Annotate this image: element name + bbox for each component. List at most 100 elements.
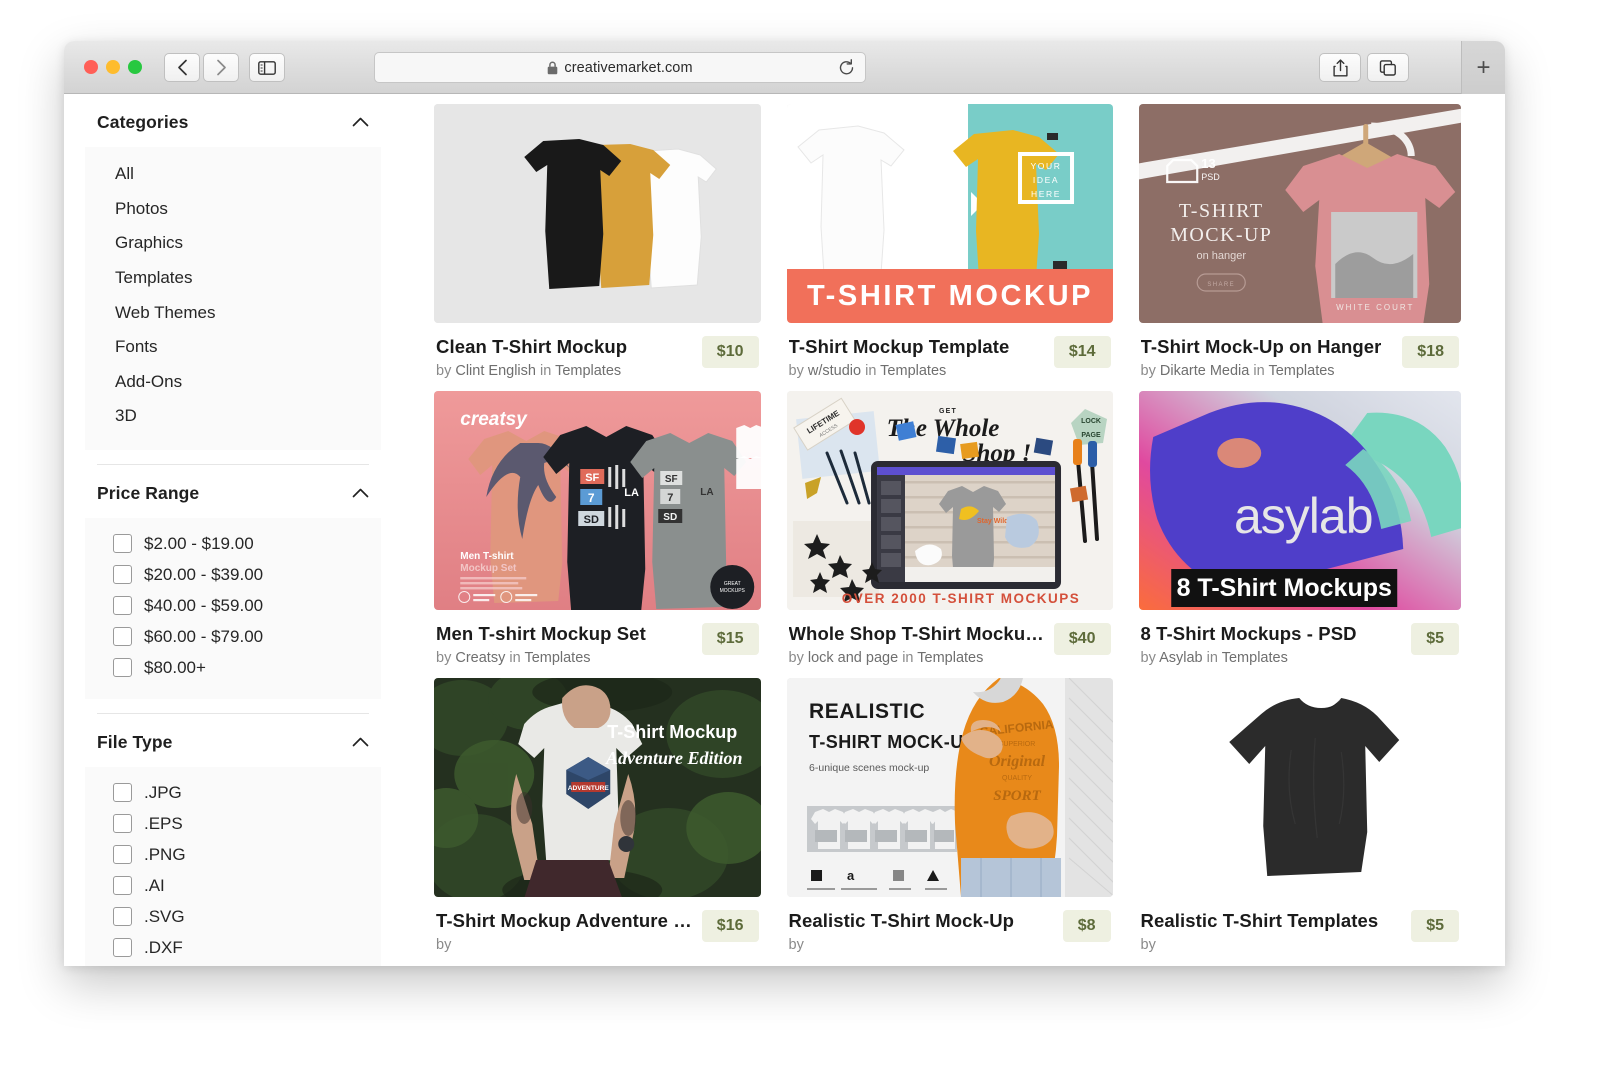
- show-tabs-button[interactable]: [1367, 53, 1409, 82]
- product-category[interactable]: Templates: [1268, 363, 1334, 379]
- checkbox[interactable]: [113, 814, 132, 834]
- filetype-filter-psd[interactable]: .PSD: [85, 963, 381, 966]
- product-card[interactable]: YOUR IDEA HERE T-SHIRT MOCKUP T-Shirt Mo…: [786, 104, 1113, 379]
- product-title[interactable]: Men T-shirt Mockup Set: [436, 623, 646, 645]
- filetype-filter-jpg[interactable]: .JPG: [85, 777, 381, 808]
- product-thumbnail-pink-tshirt-hanger[interactable]: 13 PSD T-SHIRT MOCK-UP on hanger SHARE W…: [1138, 104, 1461, 323]
- product-title[interactable]: T-Shirt Mock-Up on Hanger: [1141, 336, 1382, 358]
- product-category[interactable]: Templates: [1222, 650, 1288, 666]
- checkbox[interactable]: [113, 907, 132, 927]
- facet-categories-header[interactable]: Categories: [85, 94, 381, 147]
- product-card[interactable]: ADVENTURE T-Shirt Mockup Adventure Editi…: [434, 678, 761, 953]
- byline-prefix: by: [788, 650, 804, 666]
- product-byline: by w/studio in Templates: [789, 363, 1010, 379]
- sidebar-item-all[interactable]: All: [85, 157, 381, 192]
- filetype-filter-dxf[interactable]: .DXF: [85, 932, 381, 963]
- product-author[interactable]: Creatsy: [455, 650, 505, 666]
- facet-price-range-header[interactable]: Price Range: [85, 465, 381, 518]
- product-card[interactable]: REALISTIC T-SHIRT MOCK-UP 6-unique scene…: [786, 678, 1113, 953]
- checkbox[interactable]: [113, 596, 132, 616]
- product-title[interactable]: T-Shirt Mockup Adventure …: [436, 910, 692, 932]
- product-card[interactable]: 13 PSD T-SHIRT MOCK-UP on hanger SHARE W…: [1138, 104, 1461, 379]
- byline-prefix: by: [1140, 937, 1156, 953]
- product-thumbnail-asylab-purple-tshirt[interactable]: asylab 8 T-Shirt Mockups: [1138, 391, 1461, 610]
- checkbox[interactable]: [113, 534, 132, 554]
- byline-in: in: [902, 650, 914, 666]
- facet-file-type-header[interactable]: File Type: [85, 714, 381, 767]
- chevron-up-icon[interactable]: [352, 485, 369, 503]
- checkbox[interactable]: [113, 845, 132, 865]
- sidebar-item-photos[interactable]: Photos: [85, 192, 381, 227]
- checkbox[interactable]: [113, 783, 132, 803]
- share-button[interactable]: [1319, 53, 1361, 82]
- sidebar-item-add-ons[interactable]: Add-Ons: [85, 365, 381, 400]
- filetype-filter-png[interactable]: .PNG: [85, 839, 381, 870]
- product-author[interactable]: lock and page: [808, 650, 898, 666]
- product-category[interactable]: Templates: [880, 363, 946, 379]
- checkbox[interactable]: [113, 938, 132, 958]
- product-category[interactable]: Templates: [524, 650, 590, 666]
- new-tab-button[interactable]: +: [1461, 41, 1505, 94]
- product-card[interactable]: Realistic T-Shirt Templates by $5: [1138, 678, 1461, 953]
- product-category[interactable]: Templates: [555, 363, 621, 379]
- product-title[interactable]: Realistic T-Shirt Templates: [1141, 910, 1379, 932]
- navigation-buttons: [164, 53, 239, 82]
- svg-text:8 T-Shirt Mockups: 8 T-Shirt Mockups: [1176, 574, 1391, 602]
- product-thumbnail-creatsy-three-tshirts-pink[interactable]: creatsy SF 7 SD LA SF 7 SD LA Men T-shir…: [434, 391, 761, 610]
- product-title[interactable]: Whole Shop T-Shirt Mocku…: [789, 623, 1044, 645]
- checkbox[interactable]: [113, 627, 132, 647]
- chevron-up-icon[interactable]: [352, 734, 369, 752]
- filetype-filter-eps[interactable]: .EPS: [85, 808, 381, 839]
- sidebar-item-fonts[interactable]: Fonts: [85, 330, 381, 365]
- svg-text:creatsy: creatsy: [460, 409, 528, 430]
- sidebar-toggle-button[interactable]: [249, 53, 285, 82]
- checkbox[interactable]: [113, 658, 132, 678]
- checkbox[interactable]: [113, 876, 132, 896]
- product-meta: Men T-shirt Mockup Set by Creatsy in Tem…: [434, 610, 761, 666]
- product-title[interactable]: Realistic T-Shirt Mock-Up: [789, 910, 1015, 932]
- reload-icon[interactable]: [838, 59, 855, 82]
- product-byline: by Clint English in Templates: [436, 363, 627, 379]
- minimize-window-button[interactable]: [106, 60, 120, 74]
- sidebar-item-graphics[interactable]: Graphics: [85, 226, 381, 261]
- product-thumbnail-realistic-orange-tshirt[interactable]: REALISTIC T-SHIRT MOCK-UP 6-unique scene…: [786, 678, 1113, 897]
- svg-text:MOCKUPS: MOCKUPS: [720, 588, 746, 594]
- product-thumbnail-desk-tablet-whole-shop[interactable]: LIFETIME ACCESS LOCK PAGE GET The Whole …: [786, 391, 1113, 610]
- price-filter-60-79[interactable]: $60.00 - $79.00: [85, 621, 381, 652]
- price-filter-40-59[interactable]: $40.00 - $59.00: [85, 590, 381, 621]
- price-filter-2-19[interactable]: $2.00 - $19.00: [85, 528, 381, 559]
- maximize-window-button[interactable]: [128, 60, 142, 74]
- address-bar[interactable]: creativemarket.com: [374, 52, 866, 83]
- close-window-button[interactable]: [84, 60, 98, 74]
- sidebar-item-3d[interactable]: 3D: [85, 399, 381, 434]
- product-title[interactable]: 8 T-Shirt Mockups - PSD: [1141, 623, 1357, 645]
- product-thumbnail-black-tshirt-white-bg[interactable]: [1138, 678, 1461, 897]
- product-title[interactable]: T-Shirt Mockup Template: [789, 336, 1010, 358]
- product-author[interactable]: w/studio: [808, 363, 861, 379]
- filetype-filter-svg[interactable]: .SVG: [85, 901, 381, 932]
- filetype-filter-ai[interactable]: .AI: [85, 870, 381, 901]
- product-card[interactable]: Clean T-Shirt Mockup by Clint English in…: [434, 104, 761, 379]
- product-card[interactable]: asylab 8 T-Shirt Mockups 8 T-Shirt Mocku…: [1138, 391, 1461, 666]
- price-filter-80-plus[interactable]: $80.00+: [85, 652, 381, 683]
- product-thumbnail-adventure-forest-model[interactable]: ADVENTURE T-Shirt Mockup Adventure Editi…: [434, 678, 761, 897]
- back-button[interactable]: [164, 53, 200, 82]
- product-card[interactable]: creatsy SF 7 SD LA SF 7 SD LA Men T-shir…: [434, 391, 761, 666]
- price-filter-20-39[interactable]: $20.00 - $39.00: [85, 559, 381, 590]
- product-author[interactable]: Asylab: [1159, 650, 1203, 666]
- sidebar-item-templates[interactable]: Templates: [85, 261, 381, 296]
- product-title[interactable]: Clean T-Shirt Mockup: [436, 336, 627, 358]
- price-filter-label: $60.00 - $79.00: [144, 626, 264, 646]
- chevron-up-icon[interactable]: [352, 114, 369, 132]
- product-thumbnail-white-yellow-tshirt-banner[interactable]: YOUR IDEA HERE T-SHIRT MOCKUP: [786, 104, 1113, 323]
- product-author[interactable]: Clint English: [455, 363, 536, 379]
- product-category[interactable]: Templates: [917, 650, 983, 666]
- forward-button[interactable]: [203, 53, 239, 82]
- svg-text:ADVENTURE: ADVENTURE: [568, 785, 610, 792]
- product-author[interactable]: Dikarte Media: [1160, 363, 1249, 379]
- sidebar-item-web-themes[interactable]: Web Themes: [85, 296, 381, 331]
- checkbox[interactable]: [113, 565, 132, 585]
- facet-file-type-body: .JPG .EPS .PNG .AI .SVG .DXF: [85, 767, 381, 966]
- product-card[interactable]: LIFETIME ACCESS LOCK PAGE GET The Whole …: [786, 391, 1113, 666]
- product-thumbnail-three-tshirts-flatlay[interactable]: [434, 104, 761, 323]
